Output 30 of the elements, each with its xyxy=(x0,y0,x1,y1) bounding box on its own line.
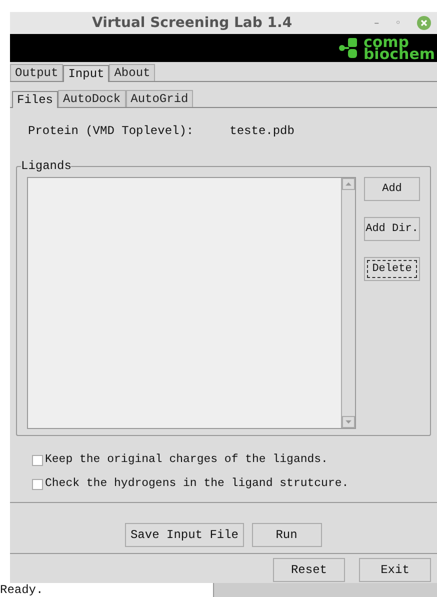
ligand-list[interactable] xyxy=(27,177,356,429)
tab[interactable]: Output xyxy=(10,64,64,81)
logo-text: comp biochem xyxy=(363,36,435,60)
action-button[interactable]: Save Input File xyxy=(125,523,244,547)
option-label: Check the hydrogens in the ligand strutcure. xyxy=(45,476,349,492)
scroll-up-icon[interactable] xyxy=(342,178,355,190)
tab[interactable]: Input xyxy=(63,65,110,82)
close-icon[interactable] xyxy=(417,16,431,30)
scrollbar[interactable] xyxy=(341,178,355,428)
tab[interactable]: Files xyxy=(12,91,58,108)
tab[interactable]: About xyxy=(109,64,156,81)
ligand-button[interactable]: Add Dir. xyxy=(364,217,420,241)
status-bar: Ready. xyxy=(0,583,214,597)
ligands-title: Ligands xyxy=(21,158,72,174)
footer-button[interactable]: Reset xyxy=(273,558,345,582)
minimize-button[interactable]: – xyxy=(374,16,380,31)
option-label: Keep the original charges of the ligands. xyxy=(45,452,328,468)
scroll-down-icon[interactable] xyxy=(342,416,355,428)
tab[interactable]: AutoDock xyxy=(58,90,126,107)
window-title: Virtual Screening Lab 1.4 xyxy=(91,14,294,33)
protein-label: Protein (VMD Toplevel): xyxy=(28,123,194,138)
checkbox[interactable] xyxy=(32,454,43,466)
ligand-button[interactable]: Add xyxy=(364,177,420,201)
protein-value: teste.pdb xyxy=(230,123,294,138)
tab[interactable]: AutoGrid xyxy=(126,90,194,107)
ligand-button[interactable]: Delete xyxy=(364,257,420,281)
action-button[interactable]: Run xyxy=(252,523,322,547)
maximize-button[interactable]: ◦ xyxy=(395,16,401,31)
footer-button[interactable]: Exit xyxy=(359,558,431,582)
checkbox[interactable] xyxy=(32,478,43,490)
